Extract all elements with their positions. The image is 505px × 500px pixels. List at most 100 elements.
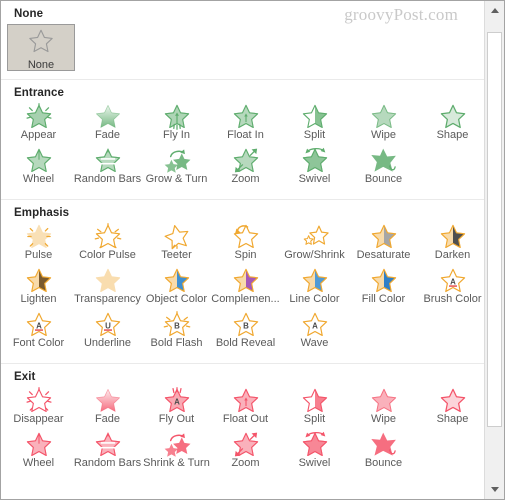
effect-label: Shrink & Turn	[143, 457, 210, 469]
effect-label: Bold Reveal	[215, 337, 276, 349]
effect-label: Bold Flash	[150, 337, 203, 349]
effect-spin[interactable]: Spin	[211, 223, 280, 267]
section-header-entrance: Entrance	[14, 87, 65, 99]
effect-color-pulse[interactable]: Color Pulse	[73, 223, 142, 267]
star-spin-icon	[229, 223, 263, 250]
star-shape-icon	[436, 387, 470, 414]
scroll-up-button[interactable]	[485, 1, 504, 20]
effect-fill-color[interactable]: Fill Color	[349, 267, 418, 311]
effect-label: Brush Color	[423, 293, 482, 305]
effect-label: Float In	[227, 129, 264, 141]
effect-label: Fly In	[163, 129, 190, 141]
effect-desaturate[interactable]: Desaturate	[349, 223, 418, 267]
effect-swivel[interactable]: Swivel	[280, 431, 349, 475]
star-bounce-icon	[367, 147, 401, 174]
effect-brush-color[interactable]: A Brush Color	[418, 267, 484, 311]
scroll-down-button[interactable]	[485, 480, 504, 499]
effect-float-in[interactable]: Float In	[211, 103, 280, 147]
scrollbar-track[interactable]	[485, 20, 504, 480]
effect-split[interactable]: Split	[280, 387, 349, 431]
effect-lighten[interactable]: Lighten	[4, 267, 73, 311]
effect-swivel[interactable]: Swivel	[280, 147, 349, 191]
effect-label: Grow/Shrink	[284, 249, 345, 261]
effect-label: Bounce	[364, 457, 403, 469]
effect-bounce[interactable]: Bounce	[349, 147, 418, 191]
effect-disappear[interactable]: Disappear	[4, 387, 73, 431]
effect-wipe[interactable]: Wipe	[349, 387, 418, 431]
effect-fly-in[interactable]: Fly In	[142, 103, 211, 147]
effect-random-bars[interactable]: Random Bars	[73, 147, 142, 191]
vertical-scrollbar[interactable]	[484, 1, 504, 499]
section-header-exit: Exit	[14, 371, 36, 383]
star-letter-u-underline-icon: U	[91, 311, 125, 338]
effect-shrink-turn[interactable]: Shrink & Turn	[142, 431, 211, 475]
scrollbar-thumb[interactable]	[487, 32, 502, 427]
effect-font-color[interactable]: A Font Color	[4, 311, 73, 355]
star-color-pulse-icon	[91, 223, 125, 250]
star-half-gray-icon	[367, 223, 401, 250]
effect-object-color[interactable]: Object Color	[142, 267, 211, 311]
effect-fade[interactable]: Fade	[73, 103, 142, 147]
effect-label: Lighten	[20, 293, 57, 305]
star-half-blue-icon	[160, 267, 194, 294]
effect-appear[interactable]: Appear	[4, 103, 73, 147]
effect-label: Desaturate	[356, 249, 411, 261]
effect-bold-flash[interactable]: B Bold Flash	[142, 311, 211, 355]
star-fade-icon	[91, 387, 125, 414]
effect-wheel[interactable]: Wheel	[4, 431, 73, 475]
effect-label: Wheel	[22, 173, 55, 185]
effect-bold-reveal[interactable]: B Bold Reveal	[211, 311, 280, 355]
effect-wave[interactable]: A Wave	[280, 311, 349, 355]
effect-label: Complemen...	[211, 293, 280, 305]
effect-line-color[interactable]: Line Color	[280, 267, 349, 311]
star-half-brown-icon	[22, 267, 56, 294]
effect-label: Split	[303, 129, 326, 141]
effect-label: Wheel	[22, 457, 55, 469]
effect-wheel[interactable]: Wheel	[4, 147, 73, 191]
star-half-blue2-icon	[298, 267, 332, 294]
effect-split[interactable]: Split	[280, 103, 349, 147]
gallery-content-area: groovyPost.com None None Entrance Appear Fad…	[1, 1, 484, 499]
effect-underline[interactable]: U Underline	[73, 311, 142, 355]
effect-grow-turn[interactable]: Grow & Turn	[142, 147, 211, 191]
effects-grid-entrance: Appear Fade Fly In Float In Split Wipe Shape Wh…	[1, 103, 484, 191]
star-half-blue3-icon	[367, 267, 401, 294]
effect-label: Wave	[300, 337, 329, 349]
effect-label: Random Bars	[73, 457, 142, 469]
star-letter-a-underline-icon: A	[22, 311, 56, 338]
effect-label: Float Out	[222, 413, 269, 425]
effects-grid-exit: Disappear Fade A Fly Out Float Out Split Wipe S…	[1, 387, 484, 475]
effect-label: Appear	[20, 129, 57, 141]
effect-zoom[interactable]: Zoom	[211, 147, 280, 191]
star-transparency-icon	[91, 267, 125, 294]
effect-complemen[interactable]: Complemen...	[211, 267, 280, 311]
effect-wipe[interactable]: Wipe	[349, 103, 418, 147]
effect-label: Fade	[94, 129, 121, 141]
svg-text:A: A	[36, 321, 42, 330]
effect-fade[interactable]: Fade	[73, 387, 142, 431]
star-split-icon	[298, 387, 332, 414]
effect-label: Shape	[436, 413, 469, 425]
effect-label: None	[27, 59, 55, 71]
star-grow-shrink-icon	[298, 223, 332, 250]
effect-teeter[interactable]: Teeter	[142, 223, 211, 267]
effect-shape[interactable]: Shape	[418, 103, 484, 147]
effect-float-out[interactable]: Float Out	[211, 387, 280, 431]
star-split-icon	[298, 103, 332, 130]
effect-none[interactable]: None	[7, 24, 75, 71]
effect-random-bars[interactable]: Random Bars	[73, 431, 142, 475]
effect-bounce[interactable]: Bounce	[349, 431, 418, 475]
section-entrance: Entrance Appear Fade Fly In Float In Split Wip…	[1, 79, 484, 199]
section-header-emphasis: Emphasis	[14, 207, 70, 219]
effect-darken[interactable]: Darken	[418, 223, 484, 267]
effect-label: Swivel	[298, 173, 331, 185]
effect-grow-shrink[interactable]: Grow/Shrink	[280, 223, 349, 267]
star-swivel-icon	[298, 431, 332, 458]
effect-shape[interactable]: Shape	[418, 387, 484, 431]
effect-label: Underline	[83, 337, 132, 349]
effect-label: Spin	[234, 249, 257, 261]
effect-transparency[interactable]: Transparency	[73, 267, 142, 311]
effect-fly-out[interactable]: A Fly Out	[142, 387, 211, 431]
effect-pulse[interactable]: Pulse	[4, 223, 73, 267]
effect-zoom[interactable]: Zoom	[211, 431, 280, 475]
